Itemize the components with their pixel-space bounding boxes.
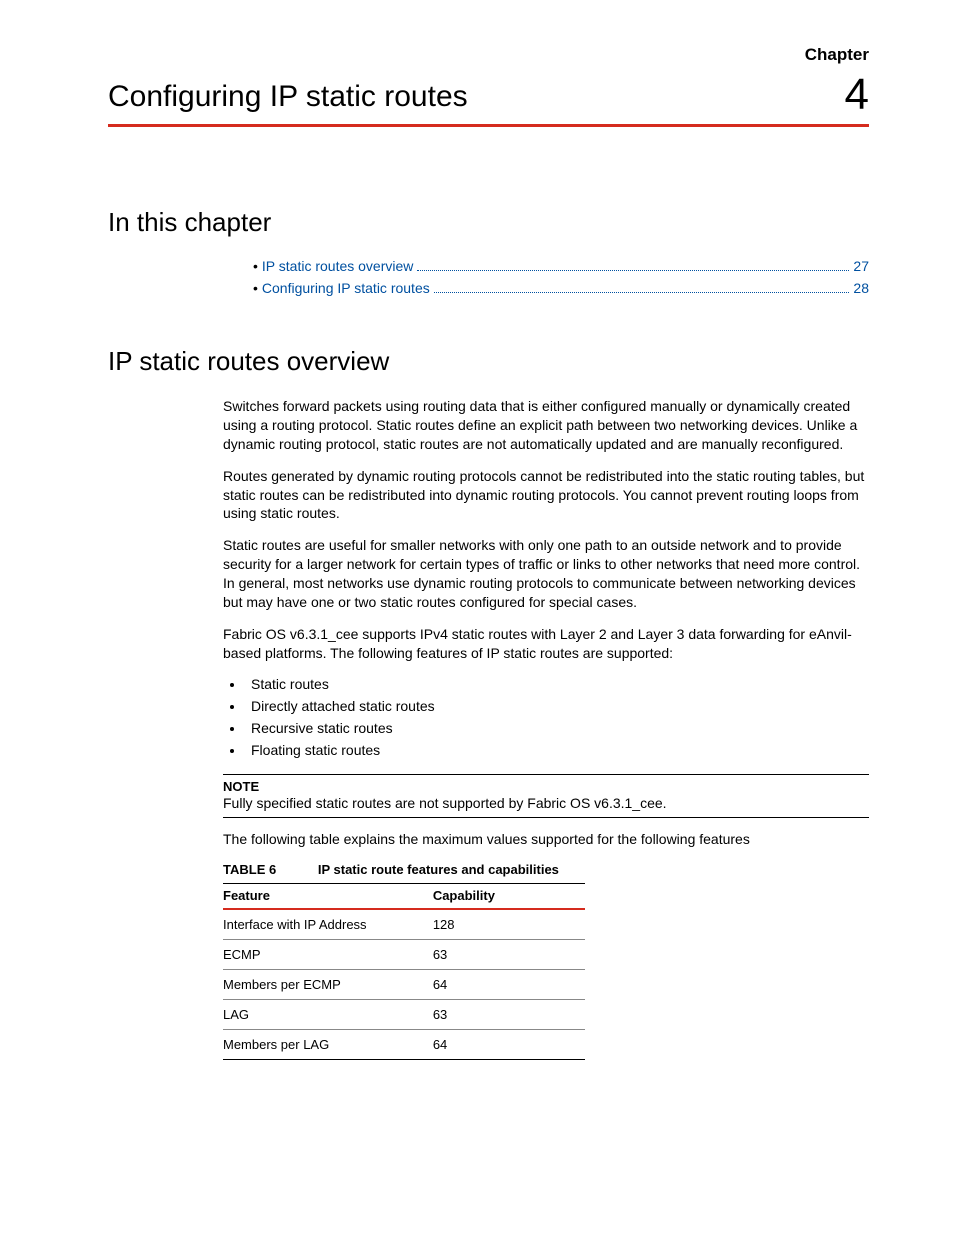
cell-capability: 64 [433, 1029, 585, 1059]
toc-item: • Configuring IP static routes 28 [253, 280, 869, 296]
list-item: Floating static routes [245, 742, 869, 758]
table-row: ECMP 63 [223, 939, 585, 969]
cell-feature: Members per ECMP [223, 969, 433, 999]
cell-capability: 63 [433, 939, 585, 969]
bullet-icon: • [253, 280, 258, 296]
chapter-title: Configuring IP static routes [108, 80, 869, 114]
capabilities-table: Feature Capability Interface with IP Add… [223, 883, 585, 1060]
chapter-label: Chapter [805, 45, 869, 65]
table-header-row: Feature Capability [223, 883, 585, 909]
col-capability: Capability [433, 883, 585, 909]
toc-page-number[interactable]: 27 [853, 258, 869, 274]
list-item: Recursive static routes [245, 720, 869, 736]
table-of-contents: • IP static routes overview 27 • Configu… [253, 258, 869, 296]
bullet-icon: • [253, 258, 258, 274]
cell-capability: 63 [433, 999, 585, 1029]
body: Switches forward packets using routing d… [223, 397, 869, 1060]
feature-list: Static routes Directly attached static r… [223, 676, 869, 758]
cell-capability: 128 [433, 909, 585, 940]
cell-feature: ECMP [223, 939, 433, 969]
page: Chapter 4 Configuring IP static routes I… [0, 0, 954, 1120]
table-label: TABLE 6 [223, 862, 276, 877]
table-row: Members per ECMP 64 [223, 969, 585, 999]
chapter-number: 4 [845, 70, 869, 120]
table-row: LAG 63 [223, 999, 585, 1029]
table-row: Members per LAG 64 [223, 1029, 585, 1059]
section-in-this-chapter: In this chapter [108, 207, 869, 238]
paragraph: Fabric OS v6.3.1_cee supports IPv4 stati… [223, 625, 869, 663]
note-block: NOTE Fully specified static routes are n… [223, 774, 869, 818]
paragraph: Routes generated by dynamic routing prot… [223, 467, 869, 524]
table-row: Interface with IP Address 128 [223, 909, 585, 940]
toc-leader [434, 292, 850, 293]
chapter-header: Chapter 4 Configuring IP static routes [108, 80, 869, 127]
list-item: Static routes [245, 676, 869, 692]
paragraph: Switches forward packets using routing d… [223, 397, 869, 454]
list-item: Directly attached static routes [245, 698, 869, 714]
note-text: Fully specified static routes are not su… [223, 795, 869, 811]
note-label: NOTE [223, 779, 869, 794]
toc-link-configuring[interactable]: Configuring IP static routes [262, 280, 430, 296]
cell-feature: Interface with IP Address [223, 909, 433, 940]
cell-feature: Members per LAG [223, 1029, 433, 1059]
col-feature: Feature [223, 883, 433, 909]
cell-feature: LAG [223, 999, 433, 1029]
toc-item: • IP static routes overview 27 [253, 258, 869, 274]
toc-page-number[interactable]: 28 [853, 280, 869, 296]
section-overview: IP static routes overview [108, 346, 869, 377]
table-caption: TABLE 6 IP static route features and cap… [223, 862, 869, 877]
toc-leader [417, 270, 849, 271]
paragraph: Static routes are useful for smaller net… [223, 536, 869, 612]
paragraph: The following table explains the maximum… [223, 830, 869, 849]
toc-link-overview[interactable]: IP static routes overview [262, 258, 413, 274]
table-title: IP static route features and capabilitie… [318, 862, 559, 877]
cell-capability: 64 [433, 969, 585, 999]
